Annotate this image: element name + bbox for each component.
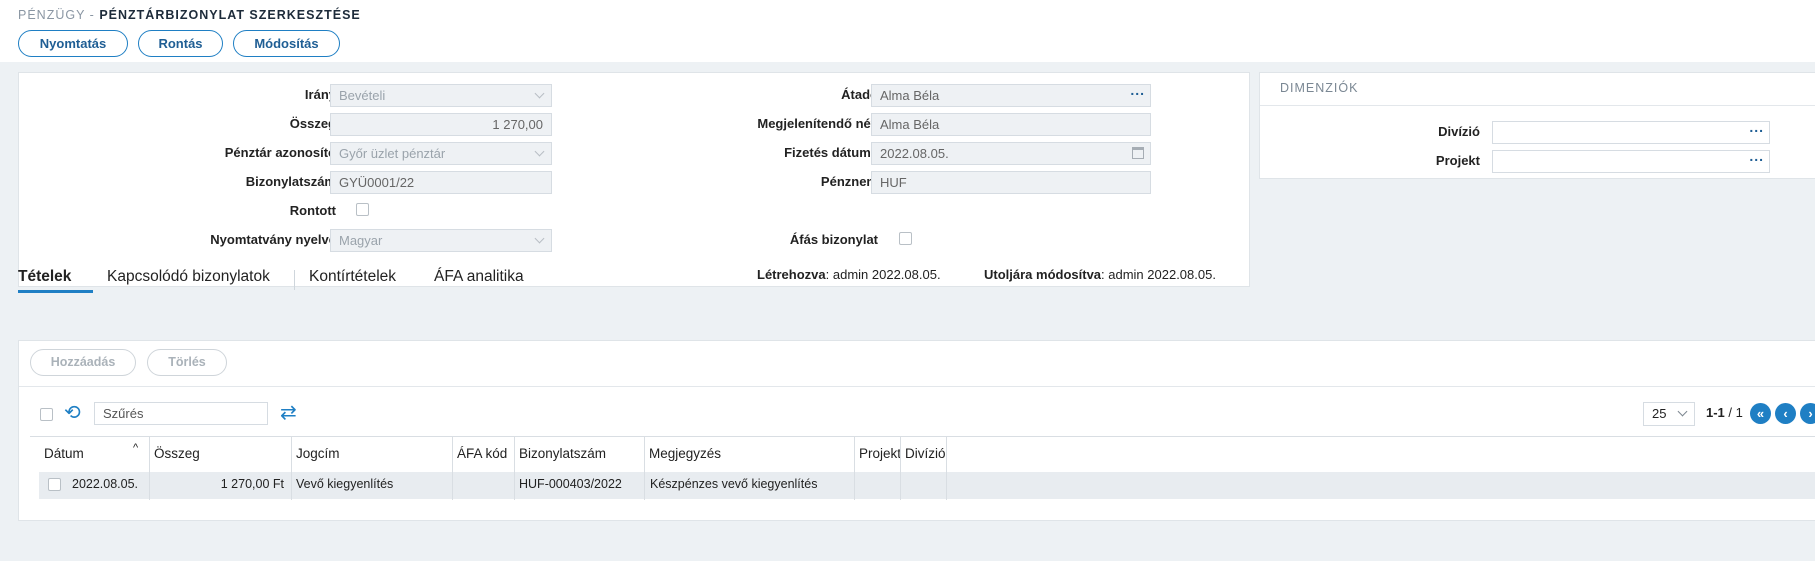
column-header-division[interactable]: Divízió [905,446,946,461]
vat-doc-label: Áfás bizonylat [789,232,878,247]
cell-date: 2022.08.05. [72,477,139,491]
column-header-project[interactable]: Projekt [859,446,900,461]
select-all-checkbox[interactable] [40,408,53,421]
print-lang-select[interactable]: Magyar [330,229,552,252]
column-header-date[interactable]: Dátum [44,446,124,461]
page-size-select[interactable]: 25 [1643,402,1695,426]
column-header-vat-code[interactable]: ÁFA kód [457,446,512,461]
column-separator [900,437,901,500]
sort-asc-icon[interactable]: ^ [133,442,138,454]
print-lang-label: Nyomtatvány nyelve [210,232,336,247]
swap-icon[interactable]: ⇄ [280,403,297,423]
column-separator [854,437,855,500]
doc-number-field[interactable]: GYÜ0001/22 [330,171,552,194]
modified-label: Utoljára módosítva [984,267,1102,282]
divider [19,386,1815,387]
modify-button[interactable]: Módosítás [233,30,340,57]
dimensions-card: DIMENZIÓK Divízió ... Projekt ... [1259,72,1815,179]
document-form-card: Irány Bevételi Összeg 1 270,00 Pénztár a… [18,72,1250,287]
delete-item-button[interactable]: Törlés [147,349,227,376]
column-separator [514,437,515,500]
created-label: Létrehozva [757,267,826,282]
amount-field[interactable]: 1 270,00 [330,113,552,136]
vat-doc-checkbox[interactable] [899,232,912,245]
lookup-dots-icon[interactable]: ... [1749,151,1764,167]
tab-related-documents[interactable]: Kapcsolódó bizonylatok [107,268,270,286]
tab-items[interactable]: Tételek [18,268,71,286]
chevron-down-icon [534,146,545,157]
display-name-field[interactable]: Alma Béla [871,113,1151,136]
lookup-dots-icon[interactable]: ... [1130,85,1145,101]
created-value: : admin 2022.08.05. [825,267,941,282]
print-button[interactable]: Nyomtatás [18,30,128,57]
cell-amount: 1 270,00 Ft [220,477,284,491]
cell-title: Vevő kiegyenlítés [296,477,394,491]
cell-note: Készpénzes vevő kiegyenlítés [650,477,818,491]
chevron-down-icon [534,233,545,244]
payment-date-label: Fizetés dátuma [784,145,878,160]
cashdesk-select[interactable]: Győr üzlet pénztár [330,142,552,165]
page-count: 1-1 / 1 [1706,405,1743,420]
voided-label: Rontott [289,203,336,218]
chevron-down-icon [1677,406,1688,417]
division-field[interactable]: ... [1492,121,1770,144]
direction-select[interactable]: Bevételi [330,84,552,107]
breadcrumb-section: PÉNZÜGY - [18,8,95,22]
voided-checkbox[interactable] [356,203,369,216]
breadcrumb-page: PÉNZTÁRBIZONYLAT SZERKESZTÉSE [99,8,361,22]
doc-number-label: Bizonylatszám [245,174,336,189]
cell-doc-number: HUF-000403/2022 [519,477,622,491]
divider [1260,105,1815,106]
column-header-title[interactable]: Jogcím [296,446,446,461]
project-label: Projekt [1435,153,1480,168]
refresh-icon[interactable]: ⟲ [64,403,81,423]
calendar-icon[interactable] [1132,147,1144,159]
filter-input[interactable]: Szűrés [94,402,268,425]
page-header: PÉNZÜGY - PÉNZTÁRBIZONYLAT SZERKESZTÉSE … [0,0,1815,62]
payment-date-field[interactable]: 2022.08.05. [871,142,1151,165]
column-header-doc-number[interactable]: Bizonylatszám [519,446,639,461]
division-label: Divízió [1438,124,1480,139]
first-page-icon[interactable]: « [1750,403,1771,424]
column-separator [946,437,947,500]
created-info: Létrehozva: admin 2022.08.05. [757,267,941,282]
currency-field[interactable]: HUF [871,171,1151,194]
project-field[interactable]: ... [1492,150,1770,173]
column-separator [149,437,150,500]
cashdesk-label: Pénztár azonosító [224,145,336,160]
column-header-amount[interactable]: Összeg [154,446,284,461]
currency-label: Pénznem [820,174,878,189]
dimensions-title: DIMENZIÓK [1280,81,1359,95]
grid-top-border [30,436,1815,437]
display-name-label: Megjelenítendő név [757,116,878,131]
next-page-icon[interactable]: › [1800,403,1815,424]
page-title: PÉNZÜGY - PÉNZTÁRBIZONYLAT SZERKESZTÉSE [18,8,361,22]
column-separator [644,437,645,500]
active-tab-indicator [18,290,93,293]
modified-value: : admin 2022.08.05. [1101,267,1216,282]
handed-over-field[interactable]: Alma Béla... [871,84,1151,107]
column-separator [452,437,453,500]
tab-vat-analytics[interactable]: ÁFA analitika [434,268,524,286]
prev-page-icon[interactable]: ‹ [1775,403,1796,424]
column-header-note[interactable]: Megjegyzés [649,446,849,461]
lookup-dots-icon[interactable]: ... [1749,122,1764,138]
tab-divider [294,270,295,290]
modified-info: Utoljára módosítva: admin 2022.08.05. [984,267,1216,282]
column-separator [291,437,292,500]
tab-accounting-entries[interactable]: Kontírtételek [309,268,396,286]
void-button[interactable]: Rontás [138,30,223,57]
add-item-button[interactable]: Hozzáadás [30,349,136,376]
chevron-down-icon [534,88,545,99]
row-checkbox[interactable] [48,478,61,491]
